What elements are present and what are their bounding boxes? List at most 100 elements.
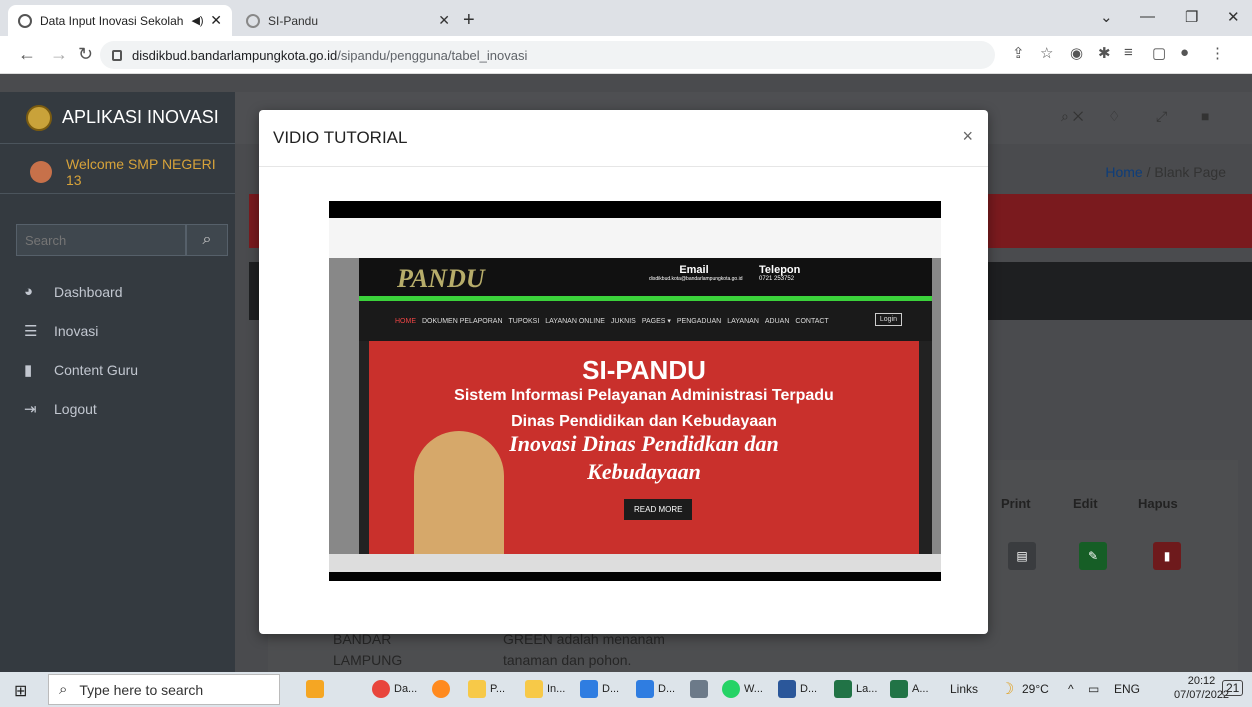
cell-line: tanaman dan pohon. — [503, 652, 632, 668]
banner-title: SI-PANDU — [582, 355, 706, 385]
reload-icon[interactable]: ↻ — [78, 44, 93, 65]
video-nav-item: HOME — [395, 317, 416, 325]
video-nav-item: JUKNIS — [610, 317, 636, 325]
col-header-edit[interactable]: Edit — [1073, 496, 1098, 511]
video-nav-item: CONTACT — [795, 317, 829, 325]
brand-logo-icon — [26, 104, 52, 131]
weather-widget-icon[interactable] — [306, 680, 324, 698]
links-toolbar[interactable]: Links — [950, 682, 978, 696]
search-icon[interactable]: ⌕ ✕ — [1061, 108, 1083, 125]
video-phone: Telepon 0721 253752 — [759, 264, 800, 282]
delete-button[interactable]: ▮ — [1153, 542, 1181, 570]
network-icon[interactable]: ▭ — [1088, 682, 1099, 696]
video-banner: SI-PANDU Sistem Informasi Pelayanan Admi… — [369, 341, 919, 554]
forward-icon[interactable]: → — [50, 44, 68, 65]
taskbar-app-excel-1[interactable]: La... — [834, 680, 877, 698]
back-icon[interactable]: ← — [18, 44, 36, 65]
dashboard-icon: ◕ — [24, 283, 34, 300]
table-cell-description: GREEN adalah menanam tanaman dan pohon. — [503, 629, 665, 671]
url-host: disdikbud.bandarlampungkota.go.id — [132, 47, 338, 63]
clock-time: 20:12 — [1187, 675, 1216, 687]
share-icon[interactable]: ⇪ — [1012, 44, 1025, 62]
minimize-button[interactable]: — — [1140, 8, 1155, 25]
video-tutorial-modal: VIDIO TUTORIAL × PANDU Email disdikbud.k… — [259, 110, 988, 634]
bell-icon[interactable]: ♢ — [1108, 108, 1121, 125]
taskbar-app-firefox[interactable] — [432, 680, 450, 698]
video-player[interactable]: PANDU Email disdikbud.kota@bandarlampung… — [329, 201, 941, 581]
brand-title: APLIKASI INOVASI — [62, 107, 219, 127]
close-tab-icon[interactable]: ✕ — [438, 12, 450, 29]
bookmark-star-icon[interactable]: ☆ — [1040, 44, 1053, 62]
windows-start-icon[interactable]: ⊞ — [14, 681, 30, 700]
temperature[interactable]: 29°C — [1022, 682, 1049, 696]
video-nav-item: PENGADUAN — [676, 317, 722, 325]
lock-icon — [112, 49, 122, 61]
avatar — [30, 160, 52, 183]
banner-subtitle: Sistem Informasi Pelayanan Administrasi … — [454, 387, 834, 404]
search-icon: ⌕ — [59, 681, 68, 698]
language-indicator[interactable]: ENG — [1114, 682, 1140, 696]
video-nav-item: LAYANAN ONLINE — [545, 317, 605, 325]
print-button[interactable]: ▤ — [1008, 542, 1036, 570]
side-panel-icon[interactable]: ▢ — [1152, 44, 1166, 62]
taskbar-search[interactable]: ⌕ Type here to search — [48, 674, 280, 705]
brand[interactable]: APLIKASI INOVASI — [0, 92, 235, 144]
taskbar-app-folder-1[interactable]: P... — [468, 680, 505, 698]
sidebar-item-logout[interactable]: ⇥ Logout — [24, 389, 138, 428]
sidebar-item-content-guru[interactable]: ▮ Content Guru — [24, 350, 138, 389]
new-tab-button[interactable]: + — [463, 9, 475, 32]
notification-badge[interactable]: 21 — [1222, 680, 1244, 696]
taskbar-app-word[interactable]: D... — [778, 680, 817, 698]
sidebar-item-inovasi[interactable]: ☰ Inovasi — [24, 311, 138, 350]
app-label: Da... — [394, 683, 418, 695]
search-icon[interactable]: ⌕ — [186, 224, 228, 256]
taskbar-clock[interactable]: 20:12 07/07/2022 — [1174, 674, 1229, 702]
close-tab-icon[interactable]: ✕ — [210, 12, 222, 29]
grid-icon[interactable]: ■ — [1201, 108, 1209, 124]
user-panel[interactable]: Welcome SMP NEGERI 13 — [0, 150, 235, 194]
puzzle-icon[interactable]: ✱ — [1098, 44, 1111, 62]
taskbar-app-download-1[interactable]: D... — [580, 680, 619, 698]
app-label: A... — [912, 683, 929, 695]
close-icon[interactable]: × — [962, 126, 973, 147]
url-bar[interactable]: disdikbud.bandarlampungkota.go.id/sipand… — [100, 41, 995, 69]
tab-data-input-inovasi[interactable]: Data Input Inovasi Sekolah ◀) ✕ — [8, 5, 232, 36]
video-site-header: PANDU Email disdikbud.kota@bandarlampung… — [359, 258, 932, 296]
welcome-text: Welcome SMP NEGERI 13 — [65, 155, 216, 188]
fullscreen-icon[interactable]: ⤢ — [1156, 108, 1167, 125]
app-label: In... — [547, 683, 566, 695]
reading-list-icon[interactable]: ≡ — [1124, 44, 1133, 61]
edit-button[interactable]: ✎ — [1079, 542, 1107, 570]
browser-tab-strip: Data Input Inovasi Sekolah ◀) ✕ SI-Pandu… — [0, 0, 1252, 36]
taskbar-app-whatsapp[interactable]: W... — [722, 680, 763, 698]
taskbar-app-chrome[interactable]: Da... — [372, 680, 417, 698]
tab-si-pandu[interactable]: SI-Pandu ✕ — [236, 5, 460, 36]
audio-icon[interactable]: ◀) — [191, 14, 203, 27]
banner-line-1: Dinas Pendidikan dan Kebudayaan — [511, 413, 777, 430]
taskbar-app-excel-2[interactable]: A... — [890, 680, 929, 698]
restore-button[interactable]: ❐ — [1185, 8, 1198, 26]
profile-icon[interactable]: ● — [1180, 44, 1189, 61]
address-bar-row: ← → ↻ disdikbud.bandarlampungkota.go.id /… — [0, 36, 1252, 74]
read-more-button: READ MORE — [624, 499, 693, 520]
globe-icon — [18, 13, 32, 28]
tab-search-icon[interactable]: ⌄ — [1100, 8, 1113, 26]
sidebar-item-dashboard[interactable]: ◕ Dashboard — [24, 272, 138, 311]
search-input[interactable] — [16, 224, 186, 256]
col-header-hapus[interactable]: Hapus — [1138, 496, 1178, 511]
close-window-button[interactable]: ✕ — [1227, 8, 1240, 26]
taskbar-app-device[interactable] — [690, 680, 708, 698]
video-website: PANDU Email disdikbud.kota@bandarlampung… — [359, 258, 932, 554]
extension-icon[interactable]: ◉ — [1070, 44, 1083, 62]
taskbar-app-folder-2[interactable]: In... — [525, 680, 565, 698]
table-cell-city: BANDAR LAMPUNG — [333, 629, 402, 671]
video-nav-item: TUPOKSI — [508, 317, 540, 325]
col-header-print[interactable]: Print — [1001, 496, 1031, 511]
phone-label: Telepon — [759, 264, 801, 276]
app-label: D... — [658, 683, 676, 695]
menu-icon[interactable]: ⋮ — [1210, 44, 1225, 62]
sidebar-menu: ◕ Dashboard ☰ Inovasi ▮ Content Guru ⇥ Logou… — [24, 272, 138, 428]
tray-chevron-icon[interactable]: ^ — [1068, 682, 1074, 696]
taskbar-app-download-2[interactable]: D... — [636, 680, 675, 698]
breadcrumb-home[interactable]: Home — [1105, 164, 1142, 180]
